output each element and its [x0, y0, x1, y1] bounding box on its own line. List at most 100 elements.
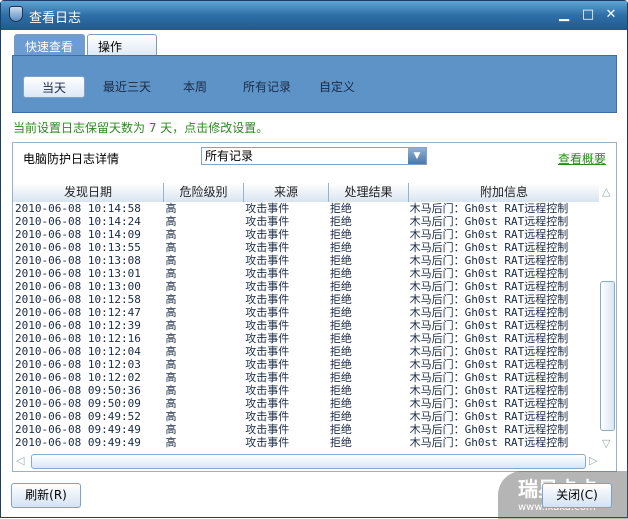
- table-cell: 2010-06-08 10:13:01: [15, 267, 141, 280]
- table-cell: 木马后门：Gh0st RAT远程控制: [409, 397, 569, 410]
- column-header[interactable]: 处理结果: [329, 183, 409, 202]
- refresh-button[interactable]: 刷新(R): [11, 483, 81, 508]
- table-cell: 攻击事件: [245, 384, 290, 397]
- table-row[interactable]: 2010-06-08 10:12:39 高 攻击事件 拒绝 木马后门：Gh0st RAT…: [15, 319, 599, 332]
- table-cell: 木马后门：Gh0st RAT远程控制: [409, 384, 569, 397]
- table-cell: 2010-06-08 10:14:58: [15, 202, 141, 215]
- scroll-thumb[interactable]: [31, 454, 586, 469]
- table-cell: 拒绝: [329, 345, 352, 358]
- table-row[interactable]: 2010-06-08 10:12:03 高 攻击事件 拒绝 木马后门：Gh0st RAT…: [15, 358, 599, 371]
- table-row[interactable]: 2010-06-08 10:13:01 高 攻击事件 拒绝 木马后门：Gh0st RAT…: [15, 267, 599, 280]
- filter-custom[interactable]: 自定义: [316, 76, 358, 98]
- column-header[interactable]: 危险级别: [164, 183, 244, 202]
- table-row[interactable]: 2010-06-08 10:13:00 高 攻击事件 拒绝 木马后门：Gh0st RAT…: [15, 280, 599, 293]
- tab-quick-view[interactable]: 快速查看: [14, 34, 85, 56]
- table-cell: 攻击事件: [245, 371, 290, 384]
- view-overview-link[interactable]: 查看概要: [558, 150, 606, 167]
- table-row[interactable]: 2010-06-08 10:12:04 高 攻击事件 拒绝 木马后门：Gh0st RAT…: [15, 345, 599, 358]
- filter-this-week[interactable]: 本周: [179, 76, 211, 98]
- horizontal-scrollbar[interactable]: ◁ ▷: [13, 453, 616, 470]
- table-cell: 2010-06-08 09:50:36: [15, 384, 141, 397]
- table-cell: 木马后门：Gh0st RAT远程控制: [409, 228, 569, 241]
- table-row[interactable]: 2010-06-08 09:50:09 高 攻击事件 拒绝 木马后门：Gh0st RAT…: [15, 397, 599, 410]
- table-cell: 拒绝: [329, 228, 352, 241]
- column-header[interactable]: 附加信息: [409, 183, 599, 202]
- table-cell: 高: [165, 267, 177, 280]
- scroll-up-icon[interactable]: △: [602, 185, 610, 198]
- table-cell: 拒绝: [329, 215, 352, 228]
- table-cell: 高: [165, 423, 177, 436]
- table-cell: 木马后门：Gh0st RAT远程控制: [409, 319, 569, 332]
- scroll-right-icon[interactable]: ▷: [589, 454, 597, 467]
- chevron-down-icon[interactable]: ▼: [408, 148, 426, 164]
- table-cell: 2010-06-08 10:13:55: [15, 241, 141, 254]
- table-cell: 攻击事件: [245, 397, 290, 410]
- filter-all-records[interactable]: 所有记录: [239, 76, 295, 98]
- table-cell: 拒绝: [329, 423, 352, 436]
- table-row[interactable]: 2010-06-08 10:12:02 高 攻击事件 拒绝 木马后门：Gh0st RAT…: [15, 371, 599, 384]
- filter-last-three-days[interactable]: 最近三天: [99, 76, 155, 98]
- table-cell: 拒绝: [329, 319, 352, 332]
- scroll-left-icon[interactable]: ◁: [16, 454, 24, 467]
- column-header[interactable]: 发现日期: [13, 183, 164, 202]
- table-cell: 高: [165, 397, 177, 410]
- table-cell: 2010-06-08 09:49:52: [15, 410, 141, 423]
- close-button[interactable]: 关闭(C): [542, 483, 612, 508]
- select-value: 所有记录: [205, 149, 254, 163]
- vertical-scrollbar[interactable]: △ ▽: [599, 183, 616, 453]
- table-row[interactable]: 2010-06-08 10:13:08 高 攻击事件 拒绝 木马后门：Gh0st RAT…: [15, 254, 599, 267]
- scroll-down-icon[interactable]: ▽: [602, 437, 610, 450]
- table-row[interactable]: 2010-06-08 10:14:24 高 攻击事件 拒绝 木马后门：Gh0st RAT…: [15, 215, 599, 228]
- title-bar: 查看日志 ▁ □ ✕: [1, 1, 627, 30]
- table-cell: 攻击事件: [245, 215, 290, 228]
- tab-operations[interactable]: 操作: [87, 34, 157, 56]
- scroll-thumb[interactable]: [600, 281, 615, 431]
- table-cell: 拒绝: [329, 280, 352, 293]
- table-row[interactable]: 2010-06-08 10:14:58 高 攻击事件 拒绝 木马后门：Gh0st RAT…: [15, 202, 599, 215]
- table-cell: 高: [165, 319, 177, 332]
- table-cell: 2010-06-08 10:12:03: [15, 358, 141, 371]
- table-row[interactable]: 2010-06-08 10:12:58 高 攻击事件 拒绝 木马后门：Gh0st RAT…: [15, 293, 599, 306]
- table-cell: 拒绝: [329, 397, 352, 410]
- table-cell: 木马后门：Gh0st RAT远程控制: [409, 202, 569, 215]
- table-cell: 攻击事件: [245, 410, 290, 423]
- table-cell: 拒绝: [329, 436, 352, 449]
- table-cell: 攻击事件: [245, 228, 290, 241]
- table-cell: 木马后门：Gh0st RAT远程控制: [409, 345, 569, 358]
- minimize-button[interactable]: ▁: [557, 8, 571, 22]
- table-cell: 2010-06-08 10:12:47: [15, 306, 141, 319]
- table-cell: 高: [165, 228, 177, 241]
- column-header[interactable]: 来源: [244, 183, 329, 202]
- table-cell: 高: [165, 384, 177, 397]
- filter-today[interactable]: 当天: [23, 76, 85, 98]
- close-window-button[interactable]: ✕: [604, 8, 618, 22]
- record-filter-select[interactable]: 所有记录 ▼: [201, 147, 427, 165]
- table-cell: 高: [165, 371, 177, 384]
- window-title: 查看日志: [29, 11, 82, 26]
- table-cell: 木马后门：Gh0st RAT远程控制: [409, 267, 569, 280]
- table-cell: 2010-06-08 10:12:58: [15, 293, 141, 306]
- table-cell: 高: [165, 202, 177, 215]
- table-row[interactable]: 2010-06-08 10:12:16 高 攻击事件 拒绝 木马后门：Gh0st RAT…: [15, 332, 599, 345]
- table-row[interactable]: 2010-06-08 10:13:55 高 攻击事件 拒绝 木马后门：Gh0st RAT…: [15, 241, 599, 254]
- table-cell: 高: [165, 241, 177, 254]
- table-row[interactable]: 2010-06-08 09:49:52 高 攻击事件 拒绝 木马后门：Gh0st RAT…: [15, 410, 599, 423]
- table-cell: 攻击事件: [245, 280, 290, 293]
- table-cell: 木马后门：Gh0st RAT远程控制: [409, 332, 569, 345]
- maximize-button[interactable]: □: [581, 8, 595, 22]
- table-cell: 高: [165, 306, 177, 319]
- table-row[interactable]: 2010-06-08 10:14:09 高 攻击事件 拒绝 木马后门：Gh0st RAT…: [15, 228, 599, 241]
- table-cell: 木马后门：Gh0st RAT远程控制: [409, 371, 569, 384]
- table-cell: 木马后门：Gh0st RAT远程控制: [409, 358, 569, 371]
- table-cell: 2010-06-08 10:12:04: [15, 345, 141, 358]
- table-row[interactable]: 2010-06-08 09:50:36 高 攻击事件 拒绝 木马后门：Gh0st RAT…: [15, 384, 599, 397]
- table-row[interactable]: 2010-06-08 09:49:49 高 攻击事件 拒绝 木马后门：Gh0st RAT…: [15, 436, 599, 449]
- retention-setting-link[interactable]: 当前设置日志保留天数为 7 天，点击修改设置。: [13, 119, 268, 136]
- table-cell: 2010-06-08 10:14:24: [15, 215, 141, 228]
- filter-panel: 当天 最近三天 本周 所有记录 自定义: [12, 55, 617, 113]
- table-row[interactable]: 2010-06-08 10:12:47 高 攻击事件 拒绝 木马后门：Gh0st RAT…: [15, 306, 599, 319]
- table-cell: 2010-06-08 09:49:49: [15, 436, 141, 449]
- table-cell: 高: [165, 345, 177, 358]
- log-viewer-window: 查看日志 ▁ □ ✕ 快速查看 操作 当天 最近三天 本周 所有记录 自定义 当…: [0, 0, 628, 519]
- table-row[interactable]: 2010-06-08 09:49:49 高 攻击事件 拒绝 木马后门：Gh0st RAT…: [15, 423, 599, 436]
